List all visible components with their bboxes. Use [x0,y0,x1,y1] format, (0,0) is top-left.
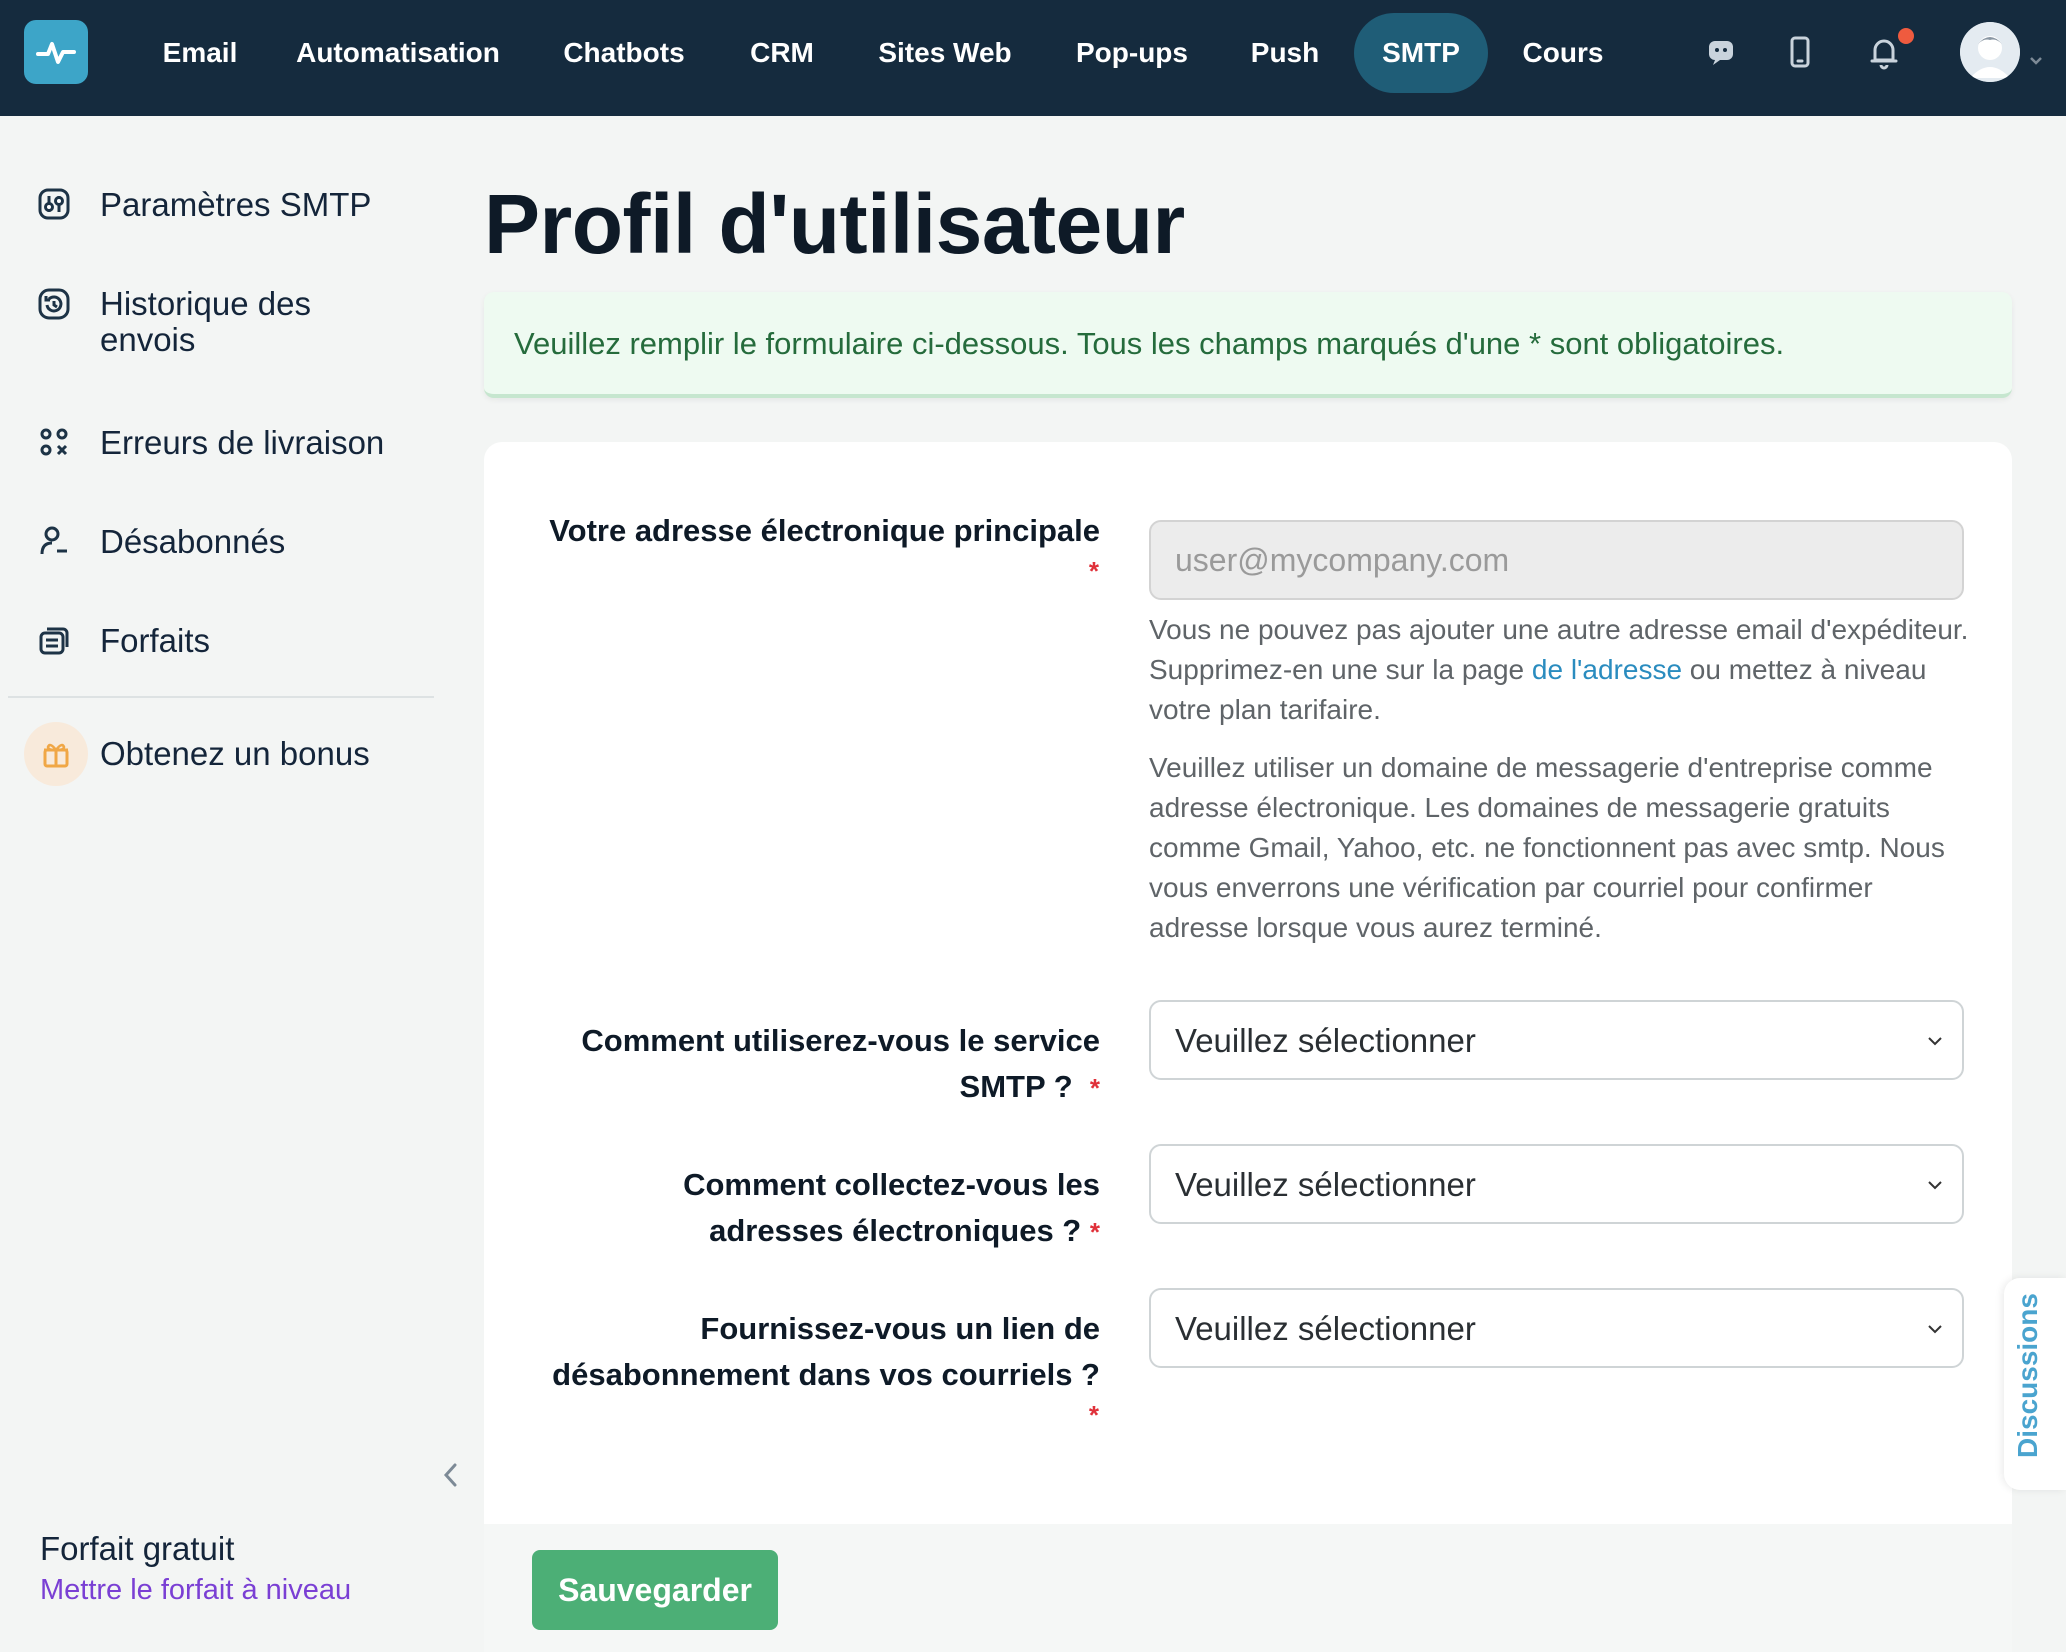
plan-name: Forfait gratuit [40,1530,235,1567]
nav-smtp[interactable]: SMTP [1354,13,1488,93]
top-navigation-bar: Email Automatisation Chatbots CRM Sites … [0,0,2066,116]
nav-push[interactable]: Push [1240,13,1330,93]
sidebar-divider [8,696,434,698]
app-logo[interactable] [24,20,88,84]
save-button[interactable]: Sauvegarder [532,1550,778,1630]
field-label-text: Votre adresse électronique principale [549,513,1100,548]
email-field[interactable] [1149,520,1964,600]
unsubscribe-link-select[interactable]: Veuillez sélectionner [1149,1288,1964,1368]
email-help-text: Vous ne pouvez pas ajouter une autre adr… [1149,610,1979,730]
sidebar-item-label: Paramètres SMTP [100,186,372,223]
collapse-sidebar-icon[interactable] [436,1460,466,1490]
sidebar-item-label: Forfaits [100,622,211,659]
pulse-logo-icon [36,42,76,64]
sidebar-item-delivery-errors[interactable]: Erreurs de livraison [0,418,440,468]
discussions-tab[interactable]: Discussions [2004,1278,2066,1490]
unsubscribed-user-icon [34,521,74,561]
email-field-label: Votre adresse électronique principale [549,508,1100,554]
sidebar-item-unsubscribed[interactable]: Désabonnés [0,517,440,567]
chevron-down-icon [1928,1037,1942,1046]
notification-badge [1898,28,1914,44]
nav-crm[interactable]: CRM [734,13,830,93]
discussions-label: Discussions [2012,1293,2043,1458]
field-label-text: Comment collectez-vous les [683,1167,1100,1202]
mobile-icon[interactable] [1780,30,1820,74]
field-label-text: désabonnement dans vos courriels ? [552,1357,1100,1392]
required-mark: * [1089,1217,1100,1247]
sidebar-item-history[interactable]: Historique des envois [0,282,440,362]
usage-select[interactable]: Veuillez sélectionner [1149,1000,1964,1080]
nav-websites[interactable]: Sites Web [864,13,1026,93]
chevron-down-icon [1928,1181,1942,1190]
required-mark: * [1088,556,1099,586]
select-value: Veuillez sélectionner [1175,1310,1476,1347]
info-notice: Veuillez remplir le formulaire ci-dessou… [484,292,2012,398]
usage-field-label: Comment utiliserez-vous le service SMTP … [581,1018,1100,1111]
select-value: Veuillez sélectionner [1175,1166,1476,1203]
nav-chatbots[interactable]: Chatbots [546,13,702,93]
field-label-text: SMTP ? [959,1069,1073,1104]
history-icon [34,284,74,324]
field-label-text: adresses électroniques ? [709,1213,1082,1248]
nav-courses[interactable]: Cours [1510,13,1616,93]
nav-popups[interactable]: Pop-ups [1060,13,1204,93]
page-title: Profil d'utilisateur [484,177,1185,271]
notice-text: Veuillez remplir le formulaire ci-dessou… [514,326,1785,361]
address-page-link[interactable]: de l'adresse [1532,654,1682,685]
avatar[interactable] [1960,22,2020,82]
unsubscribe-field-label: Fournissez-vous un lien de désabonnement… [552,1306,1100,1398]
required-mark: * [1088,1400,1099,1430]
sidebar-item-label: Erreurs de livraison [100,424,385,461]
sidebar-item-label: Historique des envois [100,285,311,358]
sidebar-item-label: Obtenez un bonus [100,735,370,772]
sidebar-item-plans[interactable]: Forfaits [0,616,440,666]
field-label-text: Fournissez-vous un lien de [700,1311,1100,1346]
collection-select[interactable]: Veuillez sélectionner [1149,1144,1964,1224]
collection-field-label: Comment collectez-vous les adresses élec… [683,1162,1100,1255]
field-label-text: Comment utiliserez-vous le service [581,1023,1100,1058]
settings-sliders-icon [34,184,74,224]
nav-automation[interactable]: Automatisation [282,13,514,93]
gift-icon [24,722,88,786]
chevron-down-icon[interactable] [2026,50,2046,70]
chat-icon[interactable] [1701,30,1741,74]
plans-icon [34,620,74,660]
delivery-errors-icon [34,422,74,462]
domain-help-text: Veuillez utiliser un domaine de messager… [1149,752,1945,943]
chevron-down-icon [1928,1325,1942,1334]
sidebar-item-smtp-settings[interactable]: Paramètres SMTP [0,180,440,230]
required-mark: * [1089,1073,1100,1103]
sidebar-item-label: Désabonnés [100,523,286,560]
nav-email[interactable]: Email [150,13,250,93]
select-value: Veuillez sélectionner [1175,1022,1476,1059]
upgrade-plan-link[interactable]: Mettre le forfait à niveau [40,1574,351,1607]
